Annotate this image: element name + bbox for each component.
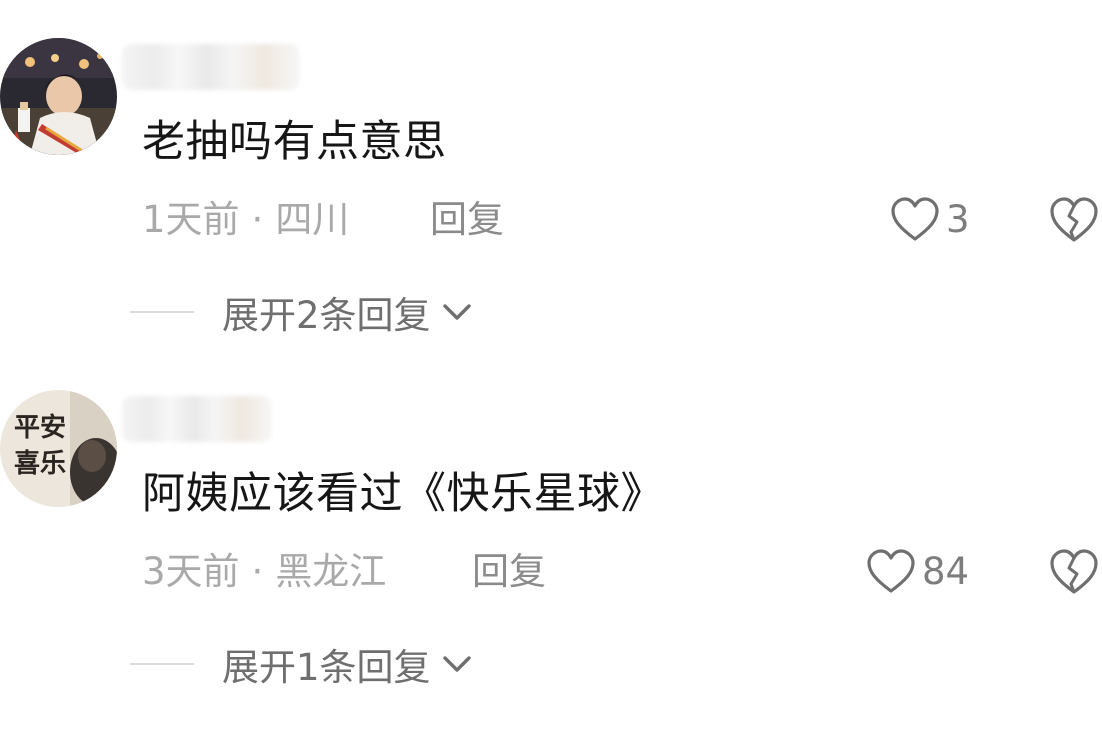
comment-time: 3天前: [142, 550, 240, 593]
comment-time: 1天前: [142, 198, 240, 241]
heart-outline-icon: [867, 549, 915, 593]
avatar-image: 平安喜乐: [0, 390, 117, 507]
divider-line: [130, 311, 194, 313]
expand-replies-label: 展开2条回复: [222, 294, 431, 337]
separator-dot: ·: [251, 550, 264, 593]
comment-meta: 1天前 · 四川: [142, 192, 349, 248]
comment-item: 老抽吗有点意思 1天前 · 四川 回复 3 展开2条回复: [0, 0, 1102, 360]
divider-line: [130, 663, 194, 665]
expand-replies-button[interactable]: 展开2条回复: [130, 284, 473, 340]
chevron-down-icon: [442, 656, 471, 672]
comment-list: 老抽吗有点意思 1天前 · 四川 回复 3 展开2条回复 平安喜乐 阿姨应该看过…: [0, 0, 1102, 735]
dislike-button[interactable]: [1049, 196, 1099, 244]
avatar-image: [0, 38, 117, 155]
dislike-button[interactable]: [1049, 548, 1099, 596]
reply-button[interactable]: 回复: [430, 192, 504, 248]
like-button[interactable]: 3: [890, 192, 970, 248]
comment-meta: 3天前 · 黑龙江: [142, 544, 386, 600]
comment-item: 平安喜乐 阿姨应该看过《快乐星球》 3天前 · 黑龙江 回复 84 展开1条回复: [0, 352, 1102, 712]
chevron-down-icon: [442, 304, 471, 320]
heart-outline-icon: [891, 197, 939, 241]
username-blurred[interactable]: [122, 44, 300, 90]
like-count: 84: [922, 550, 970, 593]
comment-location: 四川: [275, 198, 350, 241]
separator-dot: ·: [251, 198, 264, 241]
comment-text: 阿姨应该看过《快乐星球》: [142, 469, 664, 519]
broken-heart-icon: [1050, 549, 1098, 594]
avatar[interactable]: 平安喜乐: [0, 390, 117, 507]
like-button[interactable]: 84: [866, 544, 969, 600]
expand-replies-label: 展开1条回复: [222, 646, 431, 689]
reply-button[interactable]: 回复: [472, 544, 546, 600]
username-blurred[interactable]: [122, 396, 272, 442]
avatar[interactable]: [0, 38, 117, 155]
comment-location: 黑龙江: [275, 550, 387, 593]
broken-heart-icon: [1050, 197, 1098, 242]
expand-replies-button[interactable]: 展开1条回复: [130, 636, 473, 692]
like-count: 3: [946, 198, 970, 241]
comment-text: 老抽吗有点意思: [142, 117, 447, 167]
